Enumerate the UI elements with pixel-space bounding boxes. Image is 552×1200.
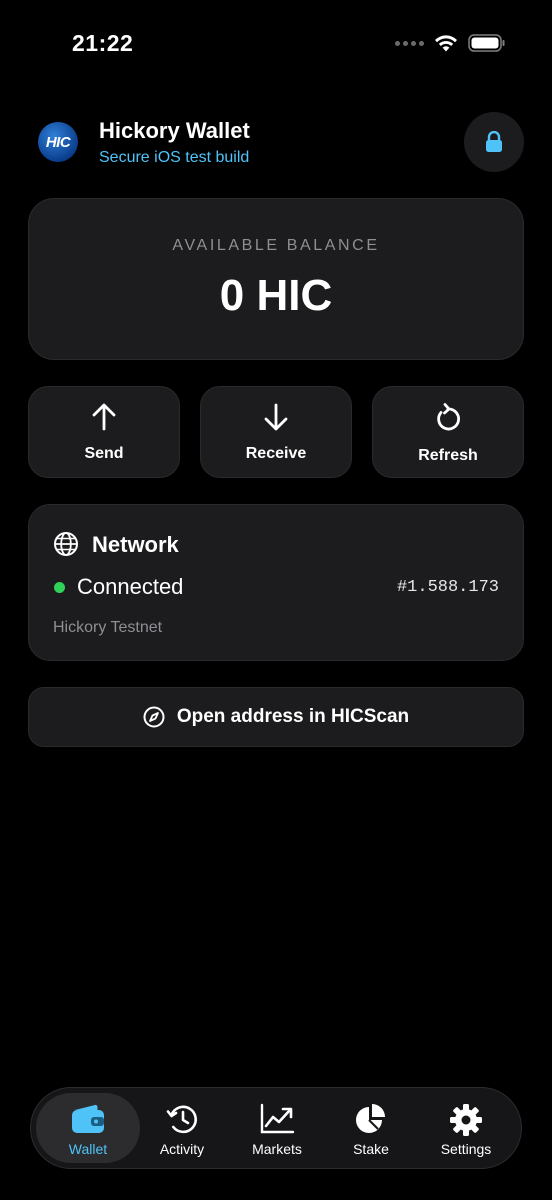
balance-card: AVAILABLE BALANCE 0 HIC bbox=[28, 198, 524, 360]
battery-icon bbox=[468, 34, 505, 52]
clock-icon bbox=[166, 1105, 197, 1134]
status-icons bbox=[395, 34, 506, 52]
app-logo: HIC bbox=[38, 122, 78, 162]
status-time: 21:22 bbox=[72, 30, 134, 56]
tab-activity-label: Activity bbox=[159, 1141, 205, 1157]
send-button[interactable]: Send bbox=[28, 386, 180, 478]
status-bar: 21:22 bbox=[0, 0, 552, 90]
explorer-label: Open address in HICScan bbox=[176, 706, 410, 727]
action-buttons: Send Receive Refresh bbox=[28, 386, 524, 478]
open-explorer-button[interactable]: Open address in HICScan bbox=[28, 687, 524, 747]
network-title: Network bbox=[92, 532, 179, 557]
app-title: Hickory Wallet bbox=[99, 118, 250, 143]
block-height: #1.588.173 bbox=[396, 578, 499, 597]
tab-wallet[interactable]: Wallet bbox=[36, 1093, 140, 1163]
connection-status: Connected bbox=[77, 574, 184, 599]
cellular-signal-icon bbox=[395, 40, 424, 46]
wallet-icon bbox=[72, 1104, 104, 1133]
balance-value: 0 HIC bbox=[219, 271, 333, 320]
refresh-button[interactable]: Refresh bbox=[372, 386, 524, 478]
pie-chart-icon bbox=[356, 1104, 385, 1133]
tab-activity[interactable]: Activity bbox=[130, 1093, 234, 1163]
arrow-down-icon bbox=[264, 403, 288, 431]
balance-label: AVAILABLE BALANCE bbox=[172, 237, 380, 254]
tab-stake[interactable]: Stake bbox=[319, 1093, 423, 1163]
app-header: HIC Hickory Wallet Secure iOS test build bbox=[38, 112, 524, 174]
refresh-icon bbox=[437, 403, 460, 431]
tab-markets[interactable]: Markets bbox=[225, 1093, 329, 1163]
send-label: Send bbox=[84, 445, 124, 462]
tab-bar: Wallet Activity Markets Stake Settings bbox=[30, 1087, 522, 1169]
lock-icon bbox=[486, 131, 502, 152]
tab-wallet-label: Wallet bbox=[68, 1141, 108, 1157]
compass-icon bbox=[143, 706, 165, 728]
receive-button[interactable]: Receive bbox=[200, 386, 352, 478]
globe-icon bbox=[54, 532, 78, 556]
tab-settings-label: Settings bbox=[440, 1141, 492, 1157]
tab-stake-label: Stake bbox=[353, 1141, 389, 1157]
wifi-icon bbox=[435, 35, 457, 52]
app-subtitle: Secure iOS test build bbox=[99, 149, 250, 166]
connection-status-dot bbox=[54, 582, 65, 593]
tab-markets-label: Markets bbox=[252, 1141, 302, 1157]
tab-settings[interactable]: Settings bbox=[414, 1093, 518, 1163]
arrow-up-icon bbox=[92, 403, 116, 431]
gear-icon bbox=[450, 1104, 482, 1136]
logo-text: HIC bbox=[45, 133, 71, 151]
network-name: Hickory Testnet bbox=[53, 619, 163, 636]
receive-label: Receive bbox=[245, 445, 307, 462]
lock-button[interactable] bbox=[464, 112, 524, 172]
chart-icon bbox=[260, 1103, 295, 1134]
network-card: Network Connected #1.588.173 Hickory Tes… bbox=[28, 504, 524, 661]
refresh-label: Refresh bbox=[418, 447, 478, 464]
